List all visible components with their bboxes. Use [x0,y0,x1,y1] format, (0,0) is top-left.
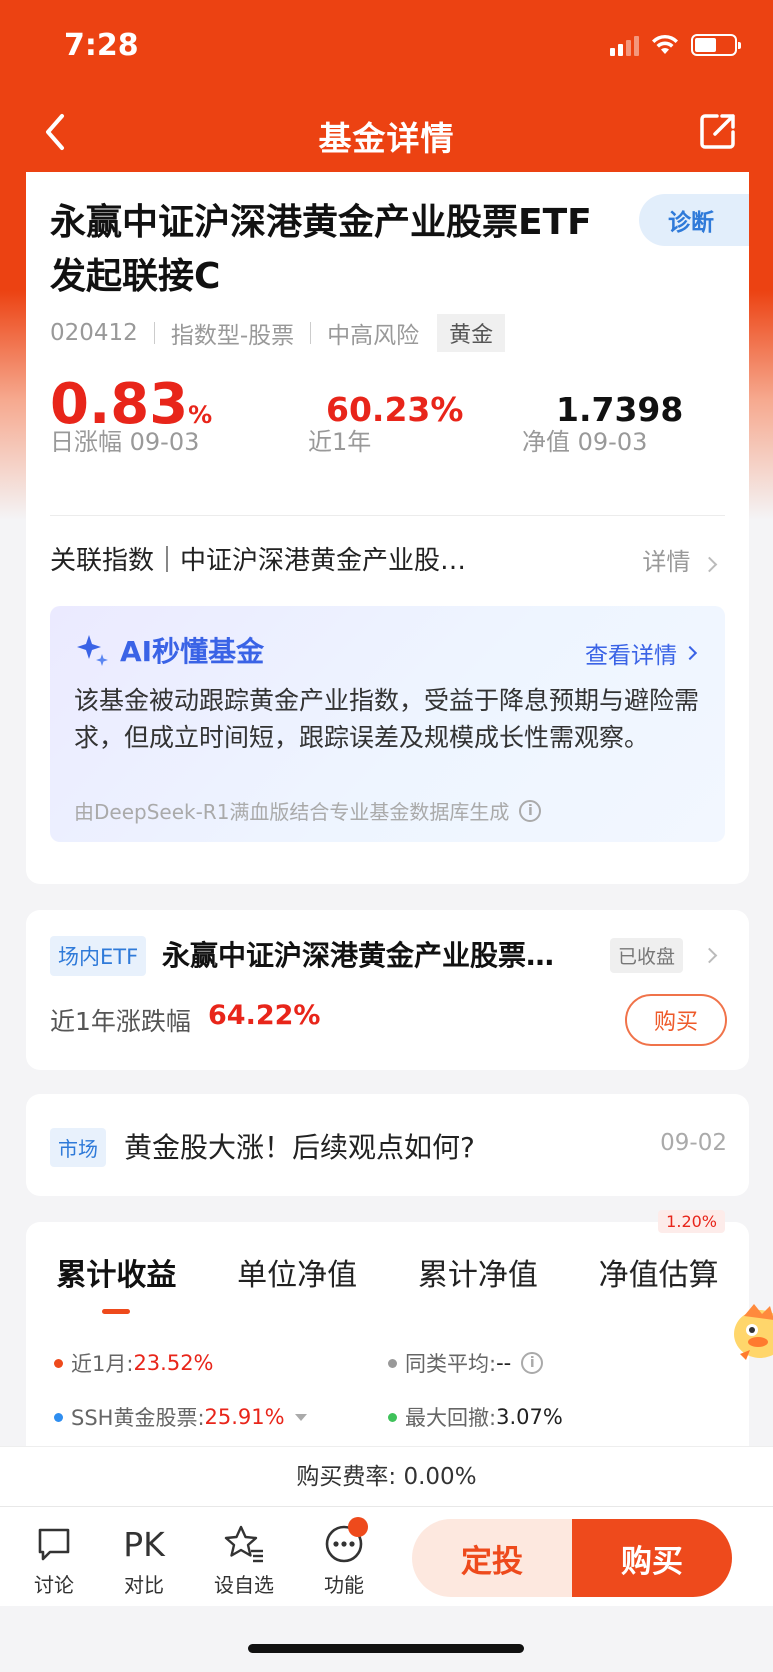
etf-name: 永赢中证沪深港黄金产业股票… [162,939,555,972]
chat-bubble-icon [14,1523,94,1565]
star-list-icon [204,1523,284,1565]
ai-summary-header: AI秒懂基金 [74,630,264,670]
meta-divider [310,322,312,344]
diagnose-button[interactable]: 诊断 [639,194,749,246]
home-indicator[interactable] [248,1644,524,1653]
fund-type: 指数型-股票 [170,323,295,349]
compare-label: 对比 [124,1573,164,1597]
divider [50,515,725,516]
legend-value: 23.52% [133,1351,214,1375]
legend-item[interactable]: SSH黄金股票: 25.91% [54,1402,307,1432]
fund-summary-card: 永赢中证沪深港黄金产业股票ETF发起联接C 诊断 020412 指数型-股票 中… [26,172,749,884]
auto-invest-button[interactable]: 定投 [412,1519,572,1597]
ai-summary-more-label: 查看详情 [585,643,677,669]
functions-button[interactable]: 功能 [304,1517,384,1598]
ai-summary-title: AI秒懂基金 [120,635,265,668]
etf-status-badge: 已收盘 [610,938,684,973]
tab-unit-nav[interactable]: 单位净值 [231,1250,363,1294]
page-title: 基金详情 [318,119,455,158]
wifi-icon [652,34,678,54]
related-index-detail-label: 详情 [642,548,691,576]
estimate-badge: 1.20% [658,1210,725,1233]
legend-dot [388,1358,397,1368]
nav-bar: 基金详情 [0,92,773,172]
legend-item: 同类平均: -- i [388,1348,544,1378]
etf-tag: 场内ETF [50,936,147,976]
related-index-row[interactable]: 关联指数｜ 中证沪深港黄金产业股… 详情 [50,538,725,578]
chevron-right-icon [701,947,718,964]
legend-item: 最大回撤: 3.07% [388,1402,563,1432]
legend-value: 3.07% [496,1405,563,1429]
related-index-name: 中证沪深港黄金产业股… [180,545,467,576]
chart-tabs: 累计收益 单位净值 累计净值 净值估算 [26,1250,749,1314]
daily-change-label: 日涨幅 09-03 [50,428,200,456]
functions-label: 功能 [324,1573,364,1597]
legend-dot [54,1358,63,1368]
tab-cumulative-nav[interactable]: 累计净值 [412,1250,544,1294]
battery-icon [691,34,741,56]
discuss-button[interactable]: 讨论 [14,1523,94,1598]
nav-label: 净值 09-03 [522,428,648,456]
fund-meta: 020412 指数型-股票 中高风险 黄金 [50,314,506,352]
year-return-label: 近1年 [308,428,372,456]
tab-label: 累计收益 [56,1258,177,1293]
ai-summary-more[interactable]: 查看详情 [585,636,698,670]
buy-button[interactable]: 购买 [572,1519,732,1597]
legend-value: -- [496,1351,512,1375]
legend-label: 最大回撤: [405,1406,497,1430]
ai-summary-text: 该基金被动跟踪黄金产业指数，受益于降息预期与避险需求，但成立时间短，跟踪误差及规… [74,686,700,752]
related-index-detail[interactable]: 详情 [642,542,718,577]
add-watchlist-button[interactable]: 设自选 [204,1523,284,1598]
sparkle-icon [77,635,108,666]
news-tag: 市场 [50,1128,106,1167]
status-time: 7:28 [64,28,139,63]
etf-perf-label: 近1年涨跌幅 [50,1007,191,1036]
mascot-icon[interactable] [730,1296,773,1364]
compare-button[interactable]: PK 对比 [104,1523,184,1598]
legend-dot [54,1412,63,1422]
share-icon[interactable] [697,110,739,152]
more-dots-icon [304,1517,384,1565]
fund-name: 永赢中证沪深港黄金产业股票ETF发起联接C [50,202,592,297]
legend-dot [388,1412,397,1422]
tab-active-indicator [102,1309,131,1314]
bottom-action-bar: 讨论 PK 对比 设自选 功能 定投 购买 [0,1506,773,1606]
dropdown-icon [294,1413,307,1421]
legend-item: 近1月: 23.52% [54,1348,214,1378]
ai-summary-source: 由DeepSeek-R1满血版结合专业基金数据库生成 i [74,796,542,825]
related-index-label: 关联指数｜ [50,545,181,576]
discuss-label: 讨论 [34,1573,74,1597]
ai-summary-source-text: 由DeepSeek-R1满血版结合专业基金数据库生成 [74,800,510,824]
info-icon[interactable]: i [521,1352,544,1374]
chevron-right-icon [682,645,698,661]
pk-glyph: PK [123,1524,165,1564]
legend-label: 近1月: [71,1352,134,1376]
etf-card[interactable]: 场内ETF 永赢中证沪深港黄金产业股票… 已收盘 近1年涨跌幅 64.22% 购… [26,910,749,1070]
news-card[interactable]: 市场 黄金股大涨！后续观点如何? 09-02 [26,1094,749,1196]
ai-summary-box: AI秒懂基金 查看详情 该基金被动跟踪黄金产业指数，受益于降息预期与避险需求，但… [50,606,725,842]
signal-icon [610,34,639,56]
meta-divider [153,322,155,344]
status-icons [610,34,741,56]
etf-perf-value: 64.22% [208,1000,321,1031]
legend-label: SSH黄金股票: [71,1406,205,1430]
status-bar: 7:28 [0,0,773,92]
legend-label: 同类平均: [405,1352,497,1376]
news-title: 黄金股大涨！后续观点如何? [124,1131,475,1164]
info-icon[interactable]: i [519,799,542,822]
tab-cumulative-return[interactable]: 累计收益 [50,1250,182,1314]
fund-risk: 中高风险 [327,323,420,349]
purchase-fee: 购买费率: 0.00% [0,1446,773,1506]
add-watchlist-label: 设自选 [214,1573,274,1597]
home-indicator-area [0,1606,773,1672]
tab-nav-estimate[interactable]: 净值估算 [593,1250,725,1294]
fund-code: 020412 [50,320,138,346]
chevron-right-icon [701,556,718,573]
notification-dot [348,1517,368,1537]
news-date: 09-02 [660,1130,727,1156]
etf-buy-button[interactable]: 购买 [625,994,727,1046]
pk-icon: PK [104,1523,184,1565]
legend-value: 25.91% [204,1405,285,1429]
fund-theme-tag[interactable]: 黄金 [437,314,506,352]
